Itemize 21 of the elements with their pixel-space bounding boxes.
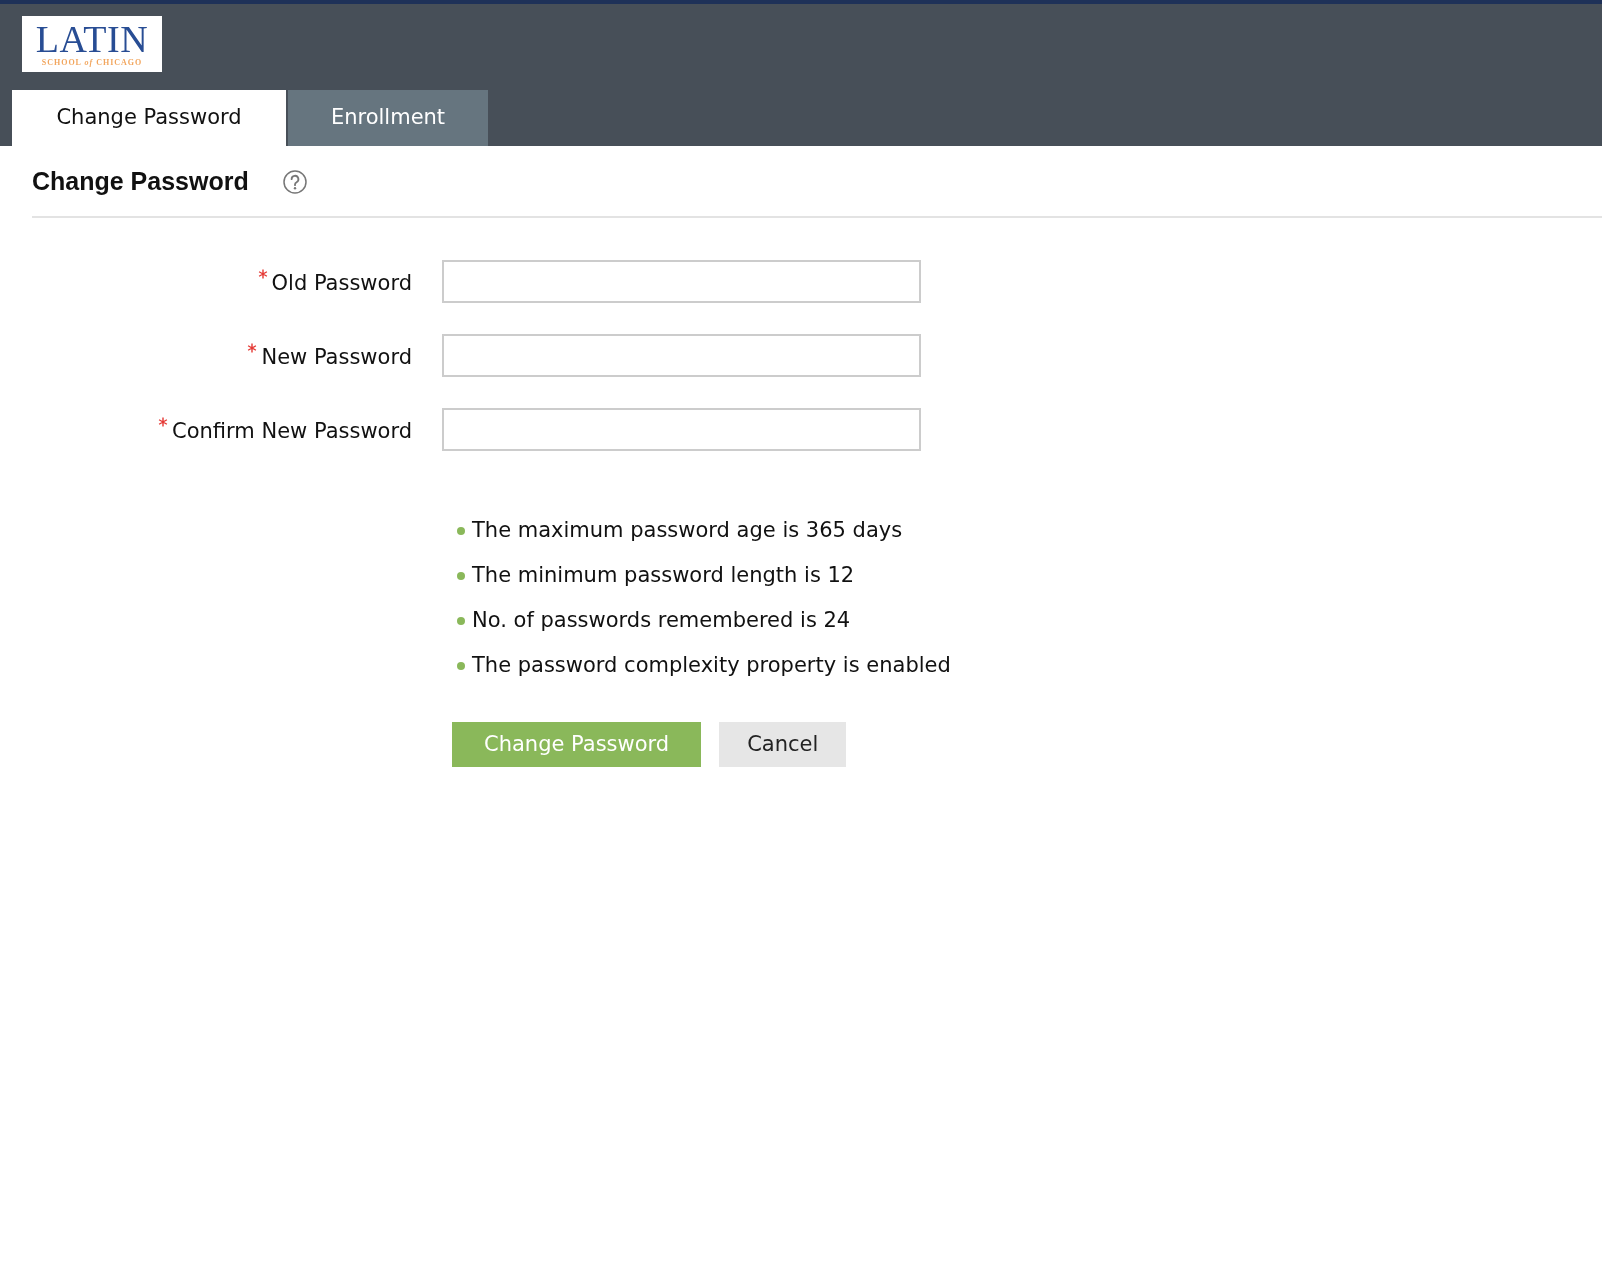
- password-field[interactable]: [442, 334, 921, 377]
- field-label: Confirm New Password: [172, 417, 412, 445]
- password-rule: The password complexity property is enabled: [472, 652, 951, 679]
- bullet-icon: [457, 661, 465, 670]
- password-rule: The minimum password length is 12: [472, 562, 855, 589]
- password-rule: No. of passwords remembered is 24: [472, 607, 851, 634]
- password-field[interactable]: [442, 408, 921, 451]
- field-label: Old Password: [271, 269, 412, 297]
- bullet-icon: [457, 571, 465, 580]
- help-icon[interactable]: [282, 170, 307, 194]
- logo-subtitle: SCHOOL of CHICAGO: [41, 58, 143, 68]
- password-field[interactable]: [442, 260, 921, 303]
- field-label: New Password: [261, 343, 412, 371]
- tab[interactable]: Change Password: [12, 90, 286, 146]
- bullet-icon: [457, 616, 465, 625]
- cancel-button[interactable]: Cancel: [719, 722, 847, 767]
- tab[interactable]: Enrollment: [288, 90, 488, 146]
- password-rule: The maximum password age is 365 days: [472, 517, 903, 544]
- bullet-icon: [457, 526, 465, 535]
- logo-title: LATIN: [35, 20, 149, 58]
- page-title: Change Password: [32, 166, 249, 198]
